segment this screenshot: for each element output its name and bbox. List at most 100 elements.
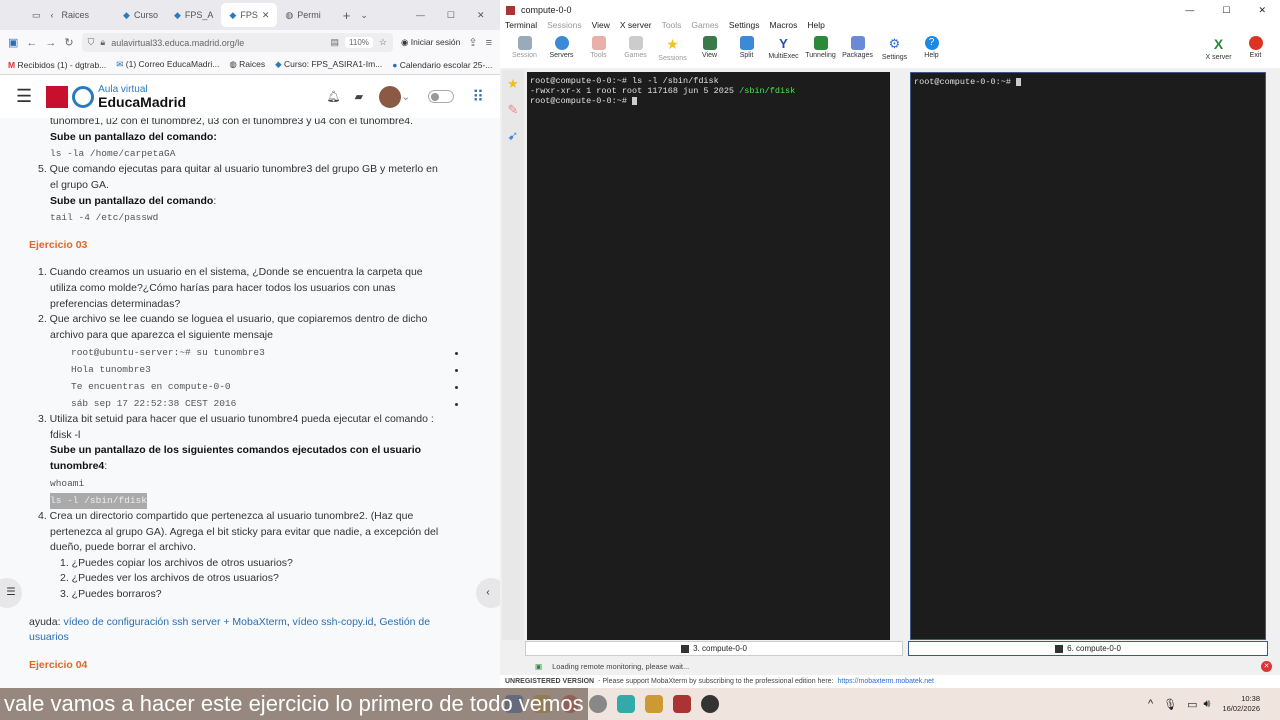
bookmark-calendario[interactable]: ● Calendario escolar 25-... [392,60,492,70]
course-index-button[interactable]: ☰ [0,578,22,608]
menu-help[interactable]: Help [807,20,824,33]
mode-toggle[interactable] [428,90,455,103]
link-ssh-copy-id[interactable]: vídeo ssh-copy.id [293,616,374,628]
close-tab-icon[interactable]: ✕ [262,10,270,21]
menu-macros[interactable]: Macros [770,20,798,33]
link-ssh-video[interactable]: vídeo de configuración ssh server + Moba… [63,616,286,628]
notifications-bell-icon[interactable]: 🔔︎ [327,90,341,103]
star-icon[interactable]: ★ [507,76,519,92]
url-field[interactable]: ⛉ 🔒︎ aulavirtual33.educa.madrid.org/le ▤ … [81,33,393,52]
tab-strip: ▭ ‹ Raices ◆ Curso ◆ FPS_A ◆ FPS ✕ ◍ Permi + … [0,0,500,30]
cursor [632,96,638,105]
toolbar-label: MultiExec [768,53,799,60]
bookmark-raices[interactable]: ◍ Raices [229,59,265,70]
toolbar-session[interactable]: Session [506,33,543,68]
question-2: 2. Que archivo se lee cuando se loguea e… [38,313,428,325]
toolbar-packages[interactable]: Packages [839,33,876,68]
messages-icon[interactable]: ▰ [355,90,363,103]
scrollbar-right[interactable] [1266,72,1276,640]
menu-games[interactable]: Games [691,20,718,33]
drawer-toggle-button[interactable]: ‹ [476,578,500,608]
network-icon[interactable]: ▭ [1187,698,1197,711]
pane-tab-left[interactable]: 3. compute-0-0 [525,641,903,656]
terminal-pane-left[interactable]: root@compute-0-0:~# ls -l /sbin/fdisk -r… [527,72,890,640]
menu-xserver[interactable]: X server [620,20,652,33]
toolbar-sessions[interactable]: ★ Sessions [654,33,691,68]
course-content: tunombre1, u2 con el tunombre2, u3 con e… [0,118,500,688]
zoom-level[interactable]: 110% [345,37,373,48]
toolbar-split[interactable]: Split [728,33,765,68]
exercise-heading-04: Ejercicio 04 [29,659,88,671]
toolbar-view[interactable]: View [691,33,728,68]
tab-overview-icon[interactable]: ▭ [32,10,41,21]
maximize-icon[interactable]: ☐ [1222,5,1230,16]
terminal-pane-right[interactable]: root@compute-0-0:~# [910,72,1266,640]
tab-raices[interactable]: Raices [54,3,98,27]
clock[interactable]: 10:38 16/02/2026 [1222,694,1260,714]
close-status-icon[interactable]: ✕ [1261,661,1272,672]
reload-icon[interactable]: ↻ [64,36,73,49]
menu-view[interactable]: View [592,20,610,33]
menu-settings[interactable]: Settings [729,20,760,33]
question-2-cont: archivo para que aparezca el siguiente m… [50,329,273,341]
mobaxterm-taskbar-icon[interactable] [673,695,691,713]
hamburger-menu-icon[interactable]: ☰ [16,86,32,107]
sidebar-icon[interactable]: ▣ [8,36,18,49]
link-gestion-usuarios-cont[interactable]: usuarios [29,631,69,643]
new-tab-icon[interactable]: + [343,8,351,23]
volume-icon[interactable]: 🔊︎ [1204,698,1211,711]
minimize-icon[interactable]: — [416,10,425,20]
obs-icon[interactable] [701,695,719,713]
reader-icon[interactable]: ▤ [331,37,340,48]
tray-chevron-icon[interactable]: ^ [1148,698,1153,710]
forward-icon[interactable]: → [45,37,56,49]
site-brand[interactable]: Aula virtual EducaMadrid [98,84,186,109]
back-icon[interactable]: ← [26,37,37,49]
bullet [455,386,458,389]
toolbar-tunneling[interactable]: Tunneling [802,33,839,68]
tab-permi[interactable]: ◍ Permi [277,3,328,27]
tab-fps-active[interactable]: ◆ FPS ✕ [221,3,278,27]
menu-icon[interactable]: ≡ [486,37,492,49]
tab-curso[interactable]: ◆ Curso [115,3,166,27]
toolbar-servers[interactable]: Servers [543,33,580,68]
tab-list-icon[interactable]: ⌄ [360,10,368,21]
toolbar-games[interactable]: Games [617,33,654,68]
toolbar-xserver[interactable]: X X server [1200,33,1237,68]
close-window-icon[interactable]: ✕ [1258,5,1266,16]
apps-grid-icon[interactable]: ⠿ [472,87,484,107]
pane-tab-right[interactable]: 6. compute-0-0 [908,641,1268,656]
toolbar-help[interactable]: ? Help [913,33,950,68]
bookmark-gmail[interactable]: M Recibidos (1) - dgtrab... [8,60,106,70]
toolbar-settings[interactable]: ⚙ Settings [876,33,913,68]
toolbar-tools[interactable]: Tools [580,33,617,68]
maximize-icon[interactable]: ☐ [447,10,455,21]
macro-icon[interactable]: ➹ [508,128,519,144]
bookmark-curso[interactable]: ◆ Curso: FPS_ASIRA1-Im... [275,59,382,70]
app-icon[interactable] [589,695,607,713]
mic-icon[interactable]: 🎙︎ [1163,698,1177,711]
bookmark-star-icon[interactable]: ☆ [379,37,387,48]
user-menu-chevron-icon[interactable]: ⌄ [401,90,410,103]
mobaxterm-link[interactable]: https://mobaxterm.mobatek.net [837,678,934,685]
user-avatar[interactable] [379,85,402,108]
extensions-icon[interactable]: ⇪ [468,36,477,49]
menu-sessions[interactable]: Sessions [547,20,582,33]
editor-icon[interactable] [645,695,663,713]
tools-icon[interactable]: ✎ [508,102,519,118]
vscode-icon[interactable] [617,695,635,713]
menu-terminal[interactable]: Terminal [505,20,537,33]
terminal-path: /sbin/fdisk [739,86,796,96]
toolbar-exit[interactable]: Exit [1237,33,1274,68]
tab-label: FPS_A [184,10,214,20]
bookmark-correo[interactable]: ✉ (1) Correo EducaMadri... [116,59,219,70]
close-window-icon[interactable]: ✕ [477,10,485,21]
signin-button[interactable]: ◉ Iniciar sesión [401,37,460,48]
menu-tools[interactable]: Tools [662,20,682,33]
help-icon: ? [924,36,939,50]
scrollbar-left[interactable] [890,72,900,640]
link-gestion-usuarios[interactable]: Gestión de [379,616,430,628]
tab-fps-a[interactable]: ◆ FPS_A [166,3,221,27]
toolbar-multiexec[interactable]: Y MultiExec [765,33,802,68]
minimize-icon[interactable]: — [1185,5,1194,15]
